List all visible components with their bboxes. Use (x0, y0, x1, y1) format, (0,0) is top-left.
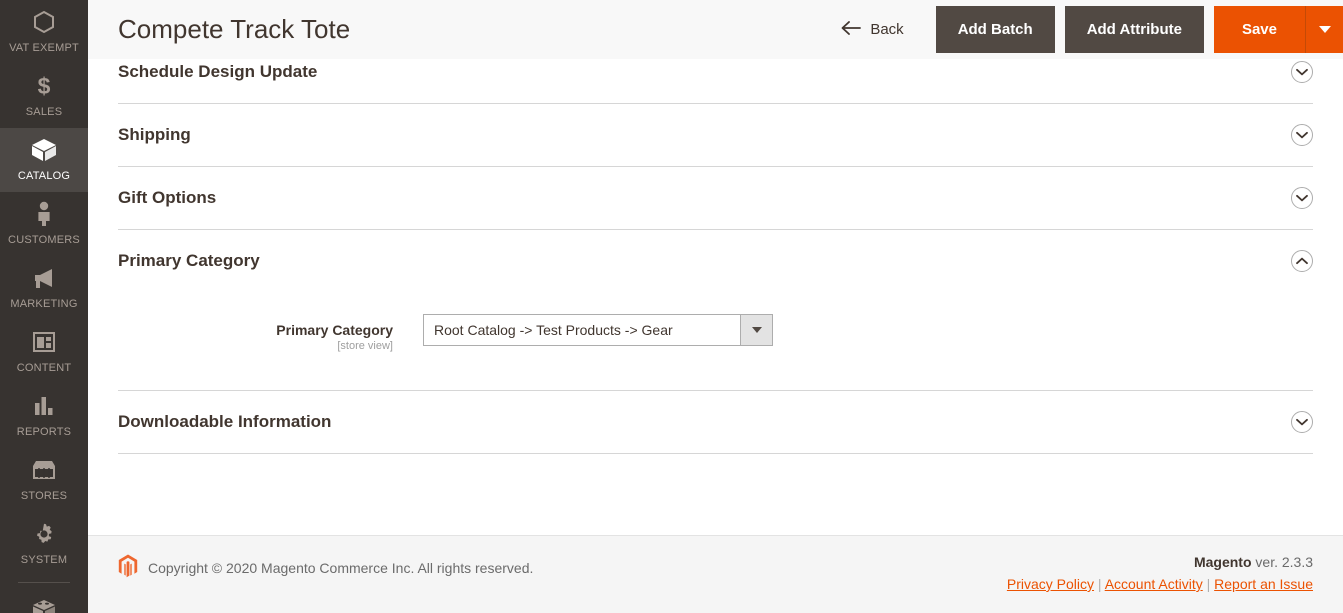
footer-links: Privacy Policy | Account Activity | Repo… (1007, 576, 1313, 592)
primary-category-label: Primary Category (276, 322, 393, 338)
primary-category-dropdown-toggle[interactable] (740, 315, 772, 345)
sidebar-item-sales[interactable]: $ SALES (0, 64, 88, 128)
save-button-group: Save (1213, 6, 1343, 53)
section-header[interactable]: Primary Category (118, 230, 1313, 292)
sidebar-item-label: CUSTOMERS (8, 234, 80, 246)
sidebar-item-label: VAT EXEMPT (9, 42, 79, 54)
sidebar-item-catalog[interactable]: CATALOG (0, 128, 88, 192)
layout-icon (2, 329, 86, 355)
sidebar-item-marketing[interactable]: MARKETING (0, 256, 88, 320)
section-primary-category: Primary Category Primary Category [store… (118, 230, 1313, 391)
section-shipping: Shipping (118, 104, 1313, 167)
sidebar-item-label: CATALOG (17, 170, 71, 182)
person-icon (2, 201, 86, 227)
section-header[interactable]: Schedule Design Update (118, 59, 1313, 103)
sidebar-item-label: MARKETING (10, 298, 78, 310)
section-title: Schedule Design Update (118, 62, 318, 81)
back-button-label: Back (870, 21, 904, 38)
privacy-policy-link[interactable]: Privacy Policy (1007, 576, 1094, 592)
header-actions: Back Add Batch Add Attribute Save (819, 0, 1343, 59)
add-attribute-button[interactable]: Add Attribute (1064, 6, 1204, 53)
chevron-down-icon[interactable] (1291, 187, 1313, 209)
chevron-down-icon (1318, 26, 1331, 33)
sidebar-item-vat-exempt[interactable]: VAT EXEMPT (0, 0, 88, 64)
sidebar-item-stores[interactable]: STORES (0, 448, 88, 512)
magento-version: Magento ver. 2.3.3 (1007, 554, 1313, 570)
bar-chart-icon (2, 393, 86, 419)
back-button[interactable]: Back (819, 0, 925, 59)
section-downloadable-information: Downloadable Information (118, 391, 1313, 454)
content-area: Schedule Design Update Shipping Gift Opt… (88, 59, 1343, 535)
sidebar-divider (18, 582, 70, 583)
arrow-left-icon (841, 20, 862, 39)
footer-separator: | (1202, 576, 1215, 592)
primary-category-label-col: Primary Category [store view] (118, 314, 423, 352)
footer-right: Magento ver. 2.3.3 Privacy Policy | Acco… (1007, 554, 1313, 592)
copyright-block: Copyright © 2020 Magento Commerce Inc. A… (118, 554, 533, 581)
sidebar-item-label: REPORTS (16, 426, 72, 438)
primary-category-select[interactable]: Root Catalog -> Test Products -> Gear (423, 314, 773, 346)
hexagon-icon (2, 9, 86, 35)
sidebar-item-content[interactable]: CONTENT (0, 320, 88, 384)
page-footer: Copyright © 2020 Magento Commerce Inc. A… (88, 535, 1343, 613)
gear-icon (2, 521, 86, 547)
sidebar-item-reports[interactable]: REPORTS (0, 384, 88, 448)
magento-version-brand: Magento (1193, 554, 1252, 570)
primary-category-selected-value: Root Catalog -> Test Products -> Gear (434, 322, 673, 338)
sidebar-item-label: SALES (25, 106, 63, 118)
svg-text:$: $ (38, 73, 51, 99)
section-title: Shipping (118, 125, 191, 144)
sidebar-item-system[interactable]: SYSTEM (0, 512, 88, 576)
main-column: Compete Track Tote Back Add Batch Add At… (88, 0, 1343, 613)
report-an-issue-link[interactable]: Report an Issue (1214, 576, 1313, 592)
sidebar-item-label: CONTENT (16, 362, 72, 374)
blocks-icon (2, 596, 86, 613)
add-batch-button[interactable]: Add Batch (935, 6, 1055, 53)
account-activity-link[interactable]: Account Activity (1105, 576, 1203, 592)
section-body: Primary Category [store view] Root Catal… (118, 292, 1313, 390)
page-title: Compete Track Tote (118, 14, 351, 44)
section-header[interactable]: Downloadable Information (118, 391, 1313, 453)
chevron-down-icon[interactable] (1291, 124, 1313, 146)
section-title: Downloadable Information (118, 412, 332, 431)
dollar-icon: $ (2, 73, 86, 99)
storefront-icon (2, 457, 86, 483)
primary-category-scope: [store view] (337, 340, 393, 352)
primary-category-field-row: Primary Category [store view] Root Catal… (118, 314, 1313, 352)
magento-version-number: ver. 2.3.3 (1251, 554, 1313, 570)
main-sidebar: VAT EXEMPT $ SALES CATALOG CUSTOMERS MAR… (0, 0, 88, 613)
sidebar-item-find-partners-extensions[interactable]: FIND PARTNERS & EXTENSIONS (0, 587, 88, 613)
magento-logo-icon (118, 554, 138, 581)
section-schedule-design-update: Schedule Design Update (118, 59, 1313, 104)
section-header[interactable]: Shipping (118, 104, 1313, 166)
admin-page: VAT EXEMPT $ SALES CATALOG CUSTOMERS MAR… (0, 0, 1343, 613)
megaphone-icon (2, 265, 86, 291)
chevron-up-icon[interactable] (1291, 250, 1313, 272)
chevron-down-icon (751, 327, 762, 333)
footer-separator: | (1094, 576, 1105, 592)
sidebar-item-label: SYSTEM (20, 554, 68, 566)
save-options-toggle-button[interactable] (1305, 6, 1343, 53)
section-title: Primary Category (118, 251, 260, 270)
copyright-text: Copyright © 2020 Magento Commerce Inc. A… (148, 559, 534, 576)
box-icon (2, 137, 86, 163)
section-header[interactable]: Gift Options (118, 167, 1313, 229)
section-gift-options: Gift Options (118, 167, 1313, 230)
sidebar-item-label: STORES (20, 490, 68, 502)
sidebar-item-customers[interactable]: CUSTOMERS (0, 192, 88, 256)
chevron-down-icon[interactable] (1291, 61, 1313, 83)
page-header: Compete Track Tote Back Add Batch Add At… (88, 0, 1343, 59)
save-button[interactable]: Save (1213, 6, 1305, 53)
chevron-down-icon[interactable] (1291, 411, 1313, 433)
section-title: Gift Options (118, 188, 217, 207)
